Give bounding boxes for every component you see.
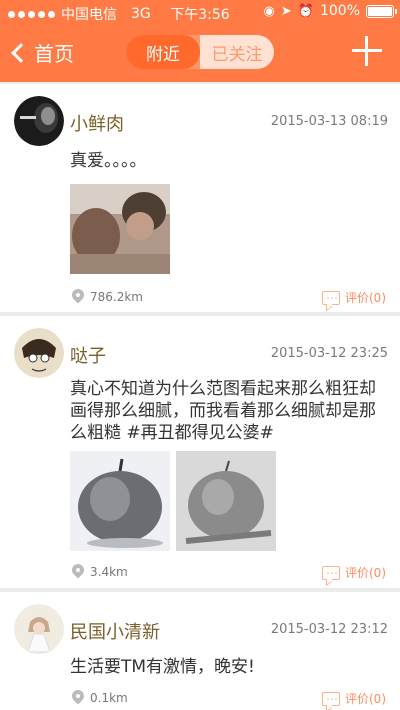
avatar[interactable]: [14, 604, 64, 654]
avatar[interactable]: [14, 96, 64, 146]
comment-button[interactable]: 评价(0): [322, 689, 386, 707]
status-bar: 中国电信 3G 下午3:56 ◉ ➤ ⏰ 100%: [0, 0, 400, 26]
location-pin-icon: [72, 690, 84, 705]
tab-nearby[interactable]: 附近: [126, 35, 200, 69]
user-name[interactable]: 哒子: [70, 342, 106, 368]
back-button[interactable]: 首页: [10, 38, 74, 67]
distance-label: 3.4km: [90, 564, 128, 579]
comment-icon: [322, 689, 340, 706]
user-name[interactable]: 小鲜肉: [70, 110, 124, 136]
comment-label: 评价(0): [345, 566, 386, 580]
avatar[interactable]: [14, 328, 64, 378]
comment-label: 评价(0): [345, 291, 386, 305]
post-image[interactable]: [176, 451, 276, 551]
header: 中国电信 3G 下午3:56 ◉ ➤ ⏰ 100% 首页 附近 已关注: [0, 0, 400, 82]
battery-percent: 100%: [319, 3, 360, 19]
post-card[interactable]: 小鲜肉 2015-03-13 08:19 真爱。。。。 786.2km 评价(0…: [0, 84, 400, 312]
post-image[interactable]: [70, 184, 170, 274]
battery-icon: [366, 4, 397, 18]
post-text: 生活要TM有激情，晚安!: [70, 657, 255, 677]
location-info: 786.2km: [72, 289, 143, 304]
lock-rotation-icon: ◉: [263, 3, 275, 19]
post-card[interactable]: 民国小清新 2015-03-12 23:12 生活要TM有激情，晚安! 0.1k…: [0, 592, 400, 710]
post-time: 2015-03-12 23:12: [270, 622, 388, 637]
distance-label: 0.1km: [90, 690, 128, 705]
tab-following[interactable]: 已关注: [200, 35, 274, 69]
user-name[interactable]: 民国小清新: [70, 618, 160, 644]
comment-button[interactable]: 评价(0): [322, 288, 386, 306]
comment-icon: [322, 288, 340, 305]
post-time: 2015-03-13 08:19: [270, 114, 388, 129]
add-post-button[interactable]: [352, 36, 382, 66]
post-text: 真爱。。。。: [70, 151, 147, 171]
post-image[interactable]: [70, 451, 170, 551]
post-text: 真心不知道为什么范图看起来那么粗狂却画得那么细腻，而我看着那么细腻却是那么粗糙 …: [70, 379, 376, 443]
post-card[interactable]: 哒子 2015-03-12 23:25 真心不知道为什么范图看起来那么粗狂却画得…: [0, 316, 400, 588]
alarm-icon: ⏰: [297, 3, 314, 19]
comment-label: 评价(0): [345, 692, 386, 706]
location-info: 0.1km: [72, 690, 128, 705]
nav-bar: 首页 附近 已关注: [0, 26, 400, 82]
location-pin-icon: [72, 289, 84, 304]
back-label: 首页: [34, 42, 74, 66]
location-pin-icon: [72, 564, 84, 579]
post-time: 2015-03-12 23:25: [270, 346, 388, 361]
location-info: 3.4km: [72, 564, 128, 579]
comment-icon: [322, 563, 340, 580]
segmented-control: 附近 已关注: [126, 35, 274, 69]
comment-button[interactable]: 评价(0): [322, 563, 386, 581]
location-arrow-icon: ➤: [280, 3, 292, 19]
distance-label: 786.2km: [90, 289, 143, 304]
chevron-left-icon: [11, 42, 31, 63]
